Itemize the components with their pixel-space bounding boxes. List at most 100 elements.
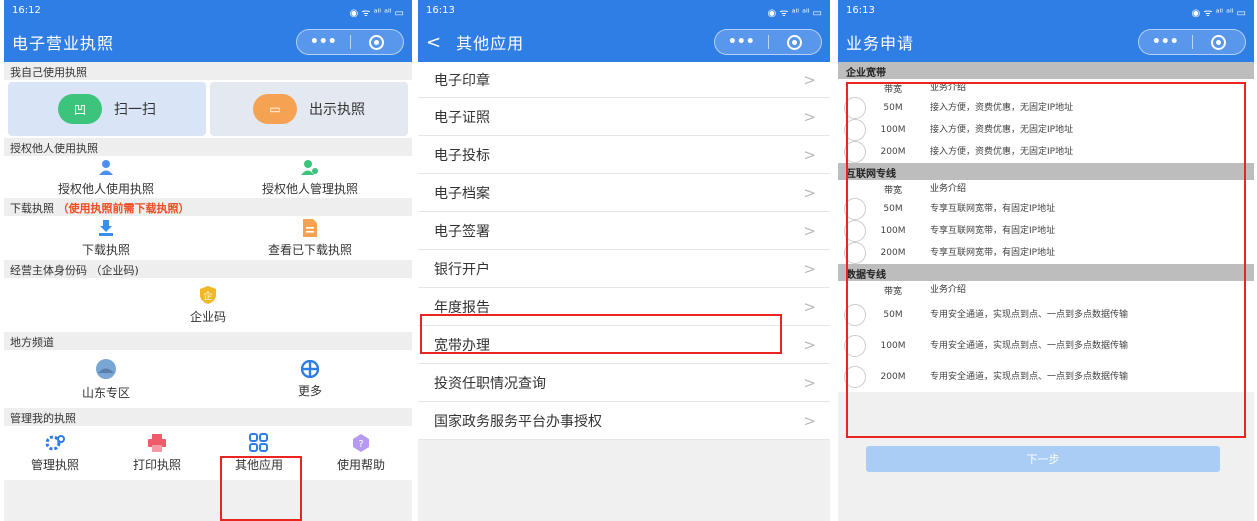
chevron-right-icon: > <box>803 297 816 316</box>
print-license-label: 打印执照 <box>132 457 181 472</box>
gear-icon <box>44 434 66 452</box>
top-bar: 16:13 ◉ ᯤ ᵃˡˡ ᵃˡˡ ▭ 业务申请 ••• <box>838 0 1254 62</box>
shield-badge-icon: 企 <box>197 285 219 304</box>
status-icons: ◉ ᯤ ᵃˡˡ ᵃˡˡ ▭ <box>767 8 823 19</box>
status-icons: ◉ ᯤ ᵃˡˡ ᵃˡˡ ▭ <box>1191 8 1247 19</box>
list-item-label: 电子投标 <box>434 147 490 164</box>
list-item-e-bidding[interactable]: 电子投标 > <box>418 136 830 174</box>
scan-button[interactable]: 凹 扫一扫 <box>8 82 206 136</box>
document-icon <box>299 218 321 237</box>
mini-program-capsule[interactable]: ••• <box>296 29 404 55</box>
list-item-e-certificate[interactable]: 电子证照 > <box>418 98 830 136</box>
printer-icon <box>146 433 168 452</box>
more-button[interactable]: 更多 <box>208 350 412 408</box>
section-local: 地方频道 <box>4 332 412 350</box>
list-item-bank-account[interactable]: 银行开户 > <box>418 250 830 288</box>
chevron-right-icon: > <box>803 335 816 354</box>
chevron-right-icon: > <box>803 221 816 240</box>
shandong-zone-label: 山东专区 <box>81 385 130 400</box>
view-downloaded-label: 查看已下载执照 <box>267 242 352 257</box>
authorize-use-label: 授权他人使用执照 <box>57 181 154 196</box>
more-menu-icon[interactable]: ••• <box>297 32 350 52</box>
help-label: 使用帮助 <box>336 457 385 472</box>
scan-label: 扫一扫 <box>114 102 156 118</box>
download-icon <box>95 219 117 237</box>
apps-grid-icon <box>248 432 270 452</box>
list-item-label: 电子签署 <box>434 223 490 240</box>
enterprise-code-button[interactable]: 企 企业码 <box>4 278 412 332</box>
region-avatar-icon <box>94 358 118 380</box>
mini-program-capsule[interactable]: ••• <box>1138 29 1246 55</box>
manage-license-label: 管理执照 <box>30 457 79 472</box>
more-menu-icon[interactable]: ••• <box>1139 32 1192 52</box>
group-enterprise-broadband: 企业宽带 <box>838 62 1254 79</box>
mini-program-capsule[interactable]: ••• <box>714 29 822 55</box>
scan-icon: 凹 <box>58 94 102 124</box>
status-time: 16:13 <box>846 5 875 16</box>
highlight-plan-options <box>846 82 1246 438</box>
chevron-right-icon: > <box>803 145 816 164</box>
close-target-icon[interactable] <box>769 34 822 50</box>
list-item-label: 电子档案 <box>434 185 490 202</box>
list-item-investment-query[interactable]: 投资任职情况查询 > <box>418 364 830 402</box>
enterprise-code-label: 企业码 <box>189 309 226 324</box>
authorize-use-button[interactable]: 授权他人使用执照 <box>4 156 208 198</box>
chevron-right-icon: > <box>803 411 816 430</box>
screen-business-license: 16:12 ◉ ᯤ ᵃˡˡ ᵃˡˡ ▭ 电子营业执照 ••• 我自己使用执照 凹… <box>4 0 412 521</box>
svg-text:?: ? <box>358 439 363 450</box>
chevron-right-icon: > <box>803 70 816 89</box>
more-menu-icon[interactable]: ••• <box>715 32 768 52</box>
list-item-label: 投资任职情况查询 <box>434 375 546 392</box>
download-license-button[interactable]: 下载执照 <box>4 216 208 260</box>
page-title: 电子营业执照 <box>12 34 115 53</box>
help-button[interactable]: ? 使用帮助 <box>310 426 412 480</box>
section-authorize: 授权他人使用执照 <box>4 138 412 156</box>
list-item-e-signature[interactable]: 电子签署 > <box>418 212 830 250</box>
section-entity-code: 经营主体身份码 （企业码) <box>4 260 412 278</box>
section-download: 下载执照 （使用执照前需下载执照） <box>4 198 412 216</box>
download-section-label: 下载执照 <box>10 202 54 215</box>
list-item-label: 国家政务服务平台办事授权 <box>434 413 602 430</box>
list-item-label: 电子印章 <box>434 72 490 89</box>
shandong-zone-button[interactable]: 山东专区 <box>4 350 208 408</box>
user-manage-icon <box>299 158 321 176</box>
status-bar: 16:12 ◉ ᯤ ᵃˡˡ ᵃˡˡ ▭ <box>4 0 412 22</box>
list-item-gov-authorization[interactable]: 国家政务服务平台办事授权 > <box>418 402 830 440</box>
license-card-icon: ▭ <box>253 94 297 124</box>
section-self-use: 我自己使用执照 <box>4 62 412 80</box>
next-step-button[interactable]: 下一步 <box>866 446 1220 472</box>
highlight-other-apps <box>220 456 302 521</box>
page-title: 其他应用 <box>456 34 525 53</box>
chevron-right-icon: > <box>803 183 816 202</box>
list-item-label: 银行开户 <box>434 261 490 278</box>
section-manage: 管理我的执照 <box>4 408 412 426</box>
authorize-manage-button[interactable]: 授权他人管理执照 <box>208 156 412 198</box>
show-license-button[interactable]: ▭ 出示执照 <box>210 82 408 136</box>
status-bar: 16:13 ◉ ᯤ ᵃˡˡ ᵃˡˡ ▭ <box>418 0 830 22</box>
view-downloaded-button[interactable]: 查看已下载执照 <box>208 216 412 260</box>
svg-text:企: 企 <box>203 290 212 302</box>
page-title: 业务申请 <box>846 34 915 53</box>
list-item-e-seal[interactable]: 电子印章 > <box>418 62 830 98</box>
top-bar: 16:13 ◉ ᯤ ᵃˡˡ ᵃˡˡ ▭ < 其他应用 ••• <box>418 0 830 62</box>
print-license-button[interactable]: 打印执照 <box>106 426 208 480</box>
close-target-icon[interactable] <box>1193 34 1246 50</box>
chevron-right-icon: > <box>803 259 816 278</box>
user-icon <box>95 158 117 176</box>
status-bar: 16:13 ◉ ᯤ ᵃˡˡ ᵃˡˡ ▭ <box>838 0 1254 22</box>
chevron-right-icon: > <box>803 373 816 392</box>
status-time: 16:12 <box>12 5 41 16</box>
top-bar: 16:12 ◉ ᯤ ᵃˡˡ ᵃˡˡ ▭ 电子营业执照 ••• <box>4 0 412 62</box>
screen-other-apps: 16:13 ◉ ᯤ ᵃˡˡ ᵃˡˡ ▭ < 其他应用 ••• 电子印章 > 电子证… <box>418 0 830 521</box>
list-item-e-archive[interactable]: 电子档案 > <box>418 174 830 212</box>
back-button[interactable]: < <box>426 32 442 53</box>
status-time: 16:13 <box>426 5 455 16</box>
close-target-icon[interactable] <box>351 34 404 50</box>
show-license-label: 出示执照 <box>309 102 365 118</box>
more-label: 更多 <box>297 383 322 398</box>
highlight-broadband <box>420 314 782 354</box>
screen-business-application: 16:13 ◉ ᯤ ᵃˡˡ ᵃˡˡ ▭ 业务申请 ••• 企业宽带 带宽 业务介绍… <box>838 0 1254 521</box>
manage-license-button[interactable]: 管理执照 <box>4 426 106 480</box>
question-icon: ? <box>350 433 372 452</box>
download-note: （使用执照前需下载执照） <box>57 202 190 215</box>
